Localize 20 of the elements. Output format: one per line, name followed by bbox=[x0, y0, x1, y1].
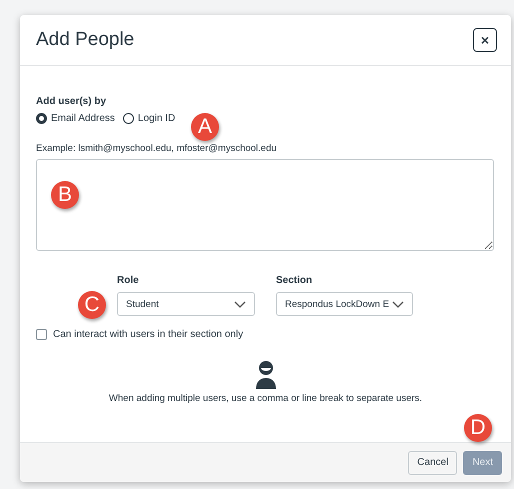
role-label: Role bbox=[117, 275, 140, 286]
close-button[interactable]: × bbox=[473, 28, 497, 52]
checkbox[interactable] bbox=[36, 329, 47, 340]
checkbox-label[interactable]: Can interact with users in their section only bbox=[53, 329, 244, 340]
radio-label[interactable]: Email Address bbox=[51, 113, 115, 124]
dialog-title: Add People bbox=[36, 29, 134, 51]
field-label: Add user(s) by bbox=[36, 96, 108, 107]
section-dropdown[interactable]: Respondus LockDown E bbox=[276, 292, 413, 316]
person-icon bbox=[254, 360, 276, 390]
role-dropdown[interactable]: Student bbox=[117, 292, 255, 316]
radio-label[interactable]: Login ID bbox=[138, 113, 176, 124]
users-input-field[interactable] bbox=[36, 159, 494, 251]
chevron-down-icon bbox=[392, 300, 404, 308]
example-text: Example: lsmith@myschool.edu, mfoster@myschool.edu bbox=[36, 143, 278, 154]
radio-button[interactable] bbox=[36, 113, 47, 124]
radio-button[interactable] bbox=[122, 113, 134, 124]
help-text: When adding multiple users, use a comma or line break to separate users. bbox=[108, 393, 422, 404]
section-label: Section bbox=[276, 275, 314, 286]
cancel-button[interactable]: Cancel bbox=[408, 450, 458, 474]
chevron-down-icon bbox=[234, 300, 246, 308]
